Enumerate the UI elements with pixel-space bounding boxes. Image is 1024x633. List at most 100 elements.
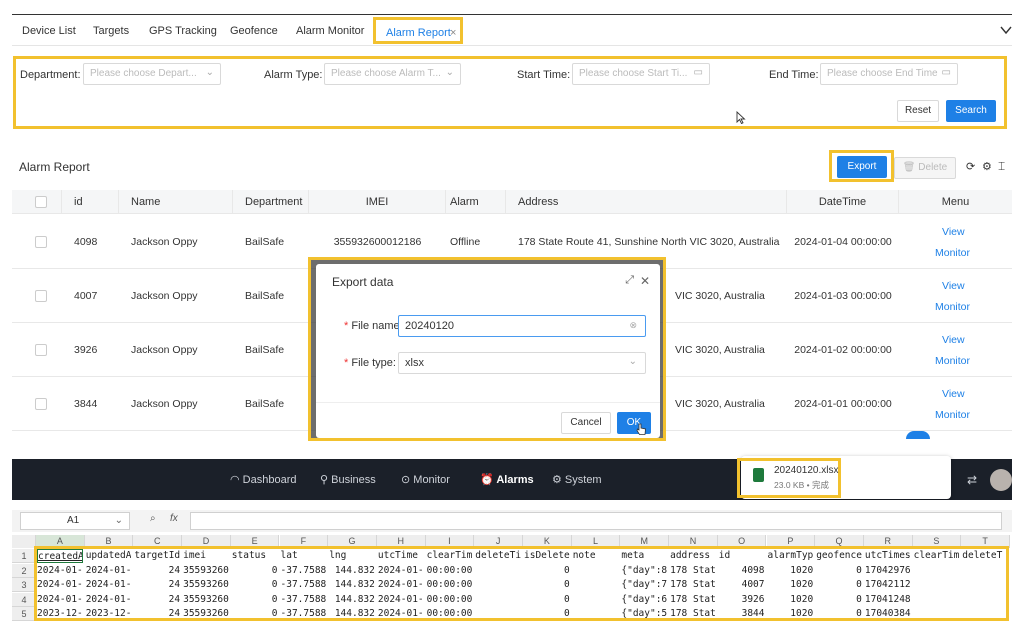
floating-action-icon[interactable]	[906, 431, 930, 439]
header-alarm: Alarm	[446, 190, 506, 214]
view-link[interactable]: View	[942, 279, 965, 293]
reset-button[interactable]: Reset	[897, 100, 939, 122]
alarm-type-placeholder: Please choose Alarm T...	[331, 68, 441, 79]
row-checkbox[interactable]	[35, 398, 47, 410]
delete-label: Delete	[918, 162, 948, 173]
row-checkbox[interactable]	[35, 236, 47, 248]
search-button[interactable]: Search	[946, 100, 996, 122]
monitor-link[interactable]: Monitor	[935, 246, 970, 260]
column-height-icon[interactable]: ⌶	[998, 159, 1005, 174]
department-label: Department:	[20, 69, 81, 81]
refresh-icon[interactable]: ⟳	[966, 160, 975, 173]
tab-device-list[interactable]: Device List	[22, 16, 76, 46]
cell-id: 4098	[74, 236, 98, 248]
department-placeholder: Please choose Depart...	[90, 68, 197, 79]
row-header[interactable]: 1	[12, 549, 36, 563]
cell-name: Jackson Oppy	[131, 344, 198, 356]
cell-name: Jackson Oppy	[131, 236, 198, 248]
end-time-placeholder: Please choose End Time	[827, 68, 938, 79]
cell-datetime: 2024-01-03 00:00:00	[794, 290, 892, 302]
calendar-icon: ▭	[941, 67, 951, 78]
monitor-link[interactable]: Monitor	[935, 408, 970, 422]
row-checkbox[interactable]	[35, 290, 47, 302]
alarm-type-select[interactable]: Please choose Alarm T... ⌄	[324, 63, 461, 85]
start-time-picker[interactable]: Please choose Start Ti... ▭	[572, 63, 710, 85]
cell-address: VIC 3020, Australia	[675, 344, 765, 356]
tab-targets[interactable]: Targets	[93, 16, 129, 46]
view-link[interactable]: View	[942, 333, 965, 347]
sheet-data-highlight	[34, 546, 1009, 621]
cell-datetime: 2024-01-02 00:00:00	[794, 344, 892, 356]
monitor-link[interactable]: Monitor	[935, 300, 970, 314]
formula-bar: A1 ⌄ ⌕ fx	[12, 510, 1012, 532]
tab-alarm-monitor[interactable]: Alarm Monitor	[296, 16, 364, 46]
delete-button[interactable]: 🗑 Delete	[894, 157, 956, 179]
monitor-link[interactable]: Monitor	[935, 354, 970, 368]
cell-datetime: 2024-01-04 00:00:00	[794, 236, 892, 248]
cell-id: 3844	[74, 398, 98, 410]
system-icon: ⚙	[552, 474, 565, 486]
department-select[interactable]: Please choose Depart... ⌄	[83, 63, 221, 85]
excel-file-icon	[753, 468, 764, 482]
tab-geofence[interactable]: Geofence	[230, 16, 278, 46]
calendar-icon: ▭	[693, 67, 703, 78]
cell-department: BailSafe	[245, 398, 285, 410]
view-link[interactable]: View	[942, 387, 965, 401]
translate-icon[interactable]: ⇄	[967, 473, 977, 487]
cell-reference-box[interactable]: A1 ⌄	[20, 512, 130, 530]
header-address: Address	[506, 190, 787, 214]
download-notification[interactable]: 20240120.xlsx 23.0 KB • 完成	[737, 456, 951, 499]
end-time-picker[interactable]: Please choose End Time ▭	[820, 63, 958, 85]
download-meta: 23.0 KB • 完成	[774, 480, 829, 490]
fx-label: fx	[170, 513, 178, 524]
chevron-down-icon: ⌄	[114, 515, 123, 526]
section-title: Alarm Report	[19, 160, 90, 174]
formula-input[interactable]	[190, 512, 1002, 530]
export-button[interactable]: Export	[837, 156, 887, 178]
header-imei: IMEI	[309, 190, 446, 214]
alarm-type-label: Alarm Type:	[264, 69, 323, 81]
header-department: Department	[233, 190, 309, 214]
tab-bar: Device List Targets GPS Tracking Geofenc…	[12, 16, 1012, 46]
cell-datetime: 2024-01-01 00:00:00	[794, 398, 892, 410]
select-all-checkbox[interactable]	[35, 196, 47, 208]
start-time-placeholder: Please choose Start Ti...	[579, 68, 688, 79]
nav-dashboard[interactable]: ◠ Dashboard	[230, 473, 296, 486]
header-id: id	[62, 190, 119, 214]
mouse-cursor-icon	[736, 110, 746, 127]
nav-alarms[interactable]: ⏰ Alarms	[480, 473, 534, 486]
end-time-label: End Time:	[769, 69, 819, 81]
download-filename: 20240120.xlsx	[774, 465, 839, 476]
nav-monitor[interactable]: ⊙ Monitor	[401, 473, 450, 486]
tab-alarm-report-label: Alarm Report	[386, 27, 451, 39]
close-icon[interactable]: ×	[450, 18, 456, 48]
view-link[interactable]: View	[942, 225, 965, 239]
cell-name: Jackson Oppy	[131, 290, 198, 302]
nav-business[interactable]: ⚲ Business	[320, 473, 376, 486]
corner-cell[interactable]	[12, 535, 36, 548]
nav-system[interactable]: ⚙ System	[552, 473, 602, 486]
business-icon: ⚲	[320, 474, 332, 486]
row-checkbox[interactable]	[35, 344, 47, 356]
dashboard-icon: ◠	[230, 474, 243, 486]
trash-icon: 🗑	[902, 162, 916, 173]
hand-cursor-icon	[636, 423, 647, 439]
cell-address: VIC 3020, Australia	[675, 398, 765, 410]
cell-address: VIC 3020, Australia	[675, 290, 765, 302]
export-highlight: Export	[829, 150, 894, 182]
row-header[interactable]: 5	[12, 607, 36, 621]
cell-id: 4007	[74, 290, 98, 302]
row-header[interactable]: 4	[12, 592, 36, 607]
tab-gps-tracking[interactable]: GPS Tracking	[149, 16, 217, 46]
spreadsheet: A1 ⌄ ⌕ fx ABCDEFGHIJKLMNOPQRST1createdAt…	[12, 500, 1012, 633]
zoom-icon[interactable]: ⌕	[150, 513, 156, 524]
row-header[interactable]: 3	[12, 578, 36, 592]
chevron-down-icon: ⌄	[445, 67, 454, 78]
filter-panel: Department: Please choose Depart... ⌄ Al…	[13, 56, 1007, 129]
avatar[interactable]	[990, 469, 1012, 491]
tab-alarm-report[interactable]: Alarm Report ×	[373, 17, 463, 44]
row-header[interactable]: 2	[12, 563, 36, 578]
chevron-down-icon[interactable]	[1000, 22, 1012, 38]
settings-icon[interactable]: ⚙	[982, 160, 992, 173]
top-divider	[12, 14, 1012, 15]
